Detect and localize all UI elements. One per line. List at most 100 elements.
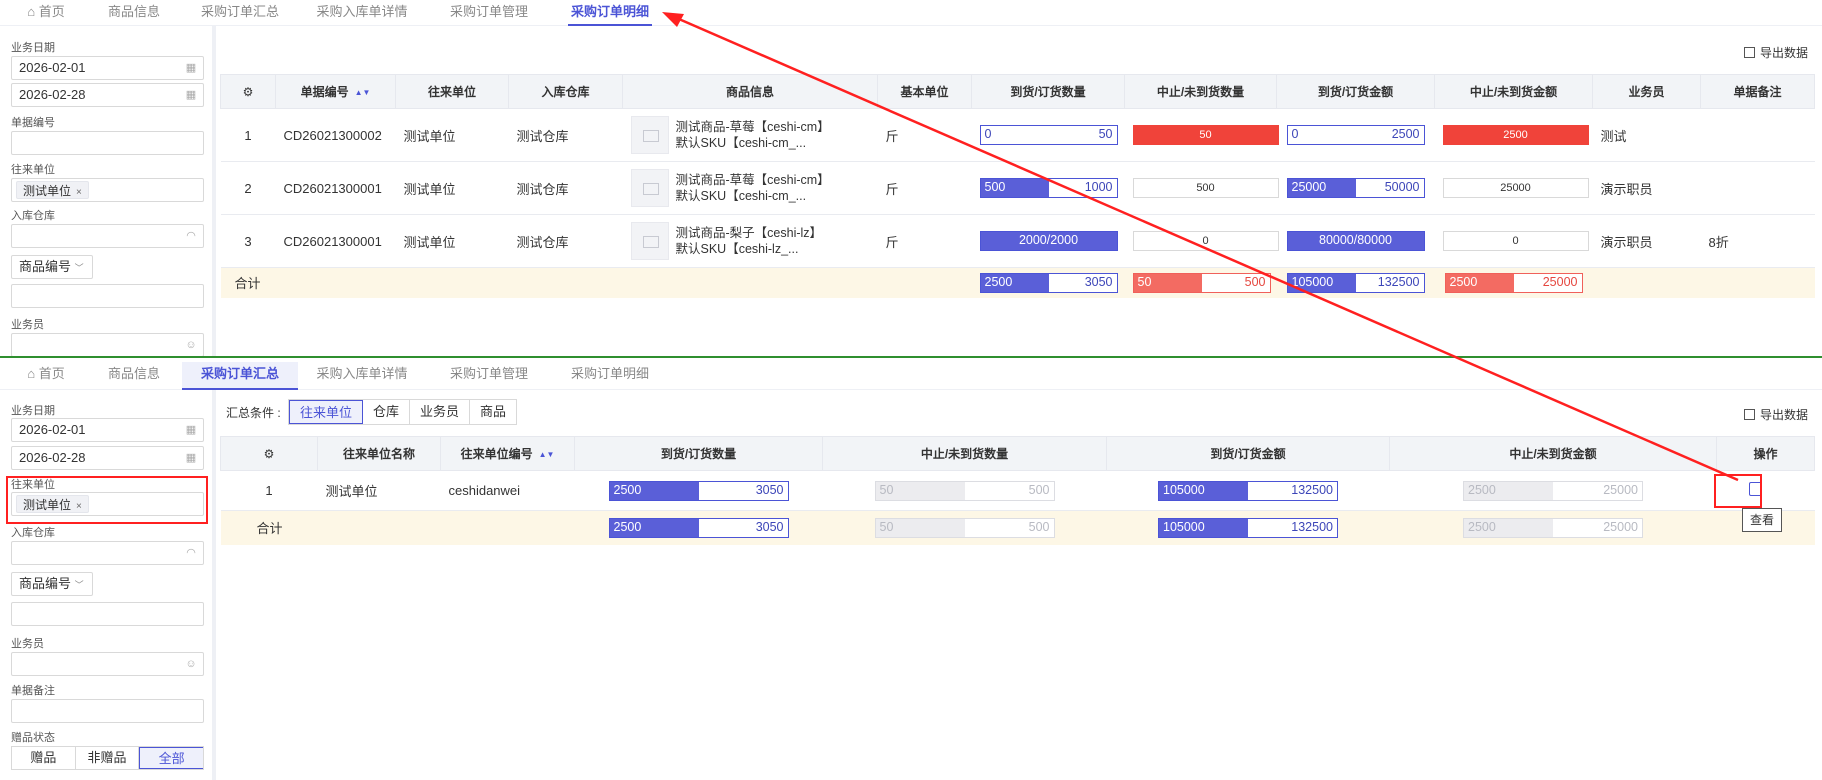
product-code-input[interactable]	[11, 284, 204, 308]
table-row[interactable]: 1 测试单位 ceshidanwei 2500 3050 50 500 105000…	[220, 470, 1815, 511]
gift-option-nongift[interactable]: 非赠品	[76, 747, 140, 769]
cond-product[interactable]: 商品	[470, 400, 516, 424]
detail-screen: ⌂ 首页 商品信息 采购订单汇总 采购入库单详情 采购订单管理 采购订单明细 业…	[0, 0, 1822, 356]
date-start-field[interactable]: 2026-02-01 ▦	[11, 418, 204, 442]
total-qty-ordered: 3050	[755, 519, 784, 534]
tab-inbound-detail[interactable]: 采购入库单详情	[314, 362, 410, 388]
col-label: 单据编号	[300, 85, 349, 99]
warehouse-select[interactable]: ◠	[11, 541, 204, 565]
export-button[interactable]: 导出数据	[1743, 44, 1808, 61]
tab-po-manage[interactable]: 采购订单管理	[446, 0, 532, 26]
summary-table: ⚙ 往来单位名称 往来单位编号 ▲▼ 到货/订货数量 中止/未到货数量 到货/订货…	[220, 436, 1815, 545]
table-row[interactable]: 1 CD26021300002 测试单位 测试仓库 测试商品-草莓【ceshi-…	[220, 108, 1815, 162]
stop-amount-value: 0	[1442, 231, 1589, 251]
partner-select[interactable]: 测试单位 ×	[11, 178, 204, 202]
column-settings[interactable]: ⚙	[220, 74, 276, 109]
filter-sidebar: 业务日期 2026-02-01 ▦ 2026-02-28 ▦ 往来单位 测试单位 × …	[0, 390, 216, 780]
product-image-icon	[630, 169, 669, 207]
qty-complete: 2000/2000	[1018, 233, 1079, 247]
col-stop-qty: 中止/未到货数量	[1124, 74, 1277, 109]
docno-link[interactable]: CD26021300001	[275, 214, 396, 268]
total-row: 合计 2500 3050 50 500 105000 132500 2500 25000	[220, 510, 1815, 545]
product-name: 测试商品-梨子【ceshi-lz】	[675, 226, 823, 240]
partner-cell: 测试单位	[395, 161, 509, 215]
salesman-cell: 测试	[1592, 108, 1701, 162]
partner-label: 往来单位	[11, 164, 55, 176]
gift-option-all[interactable]: 全部	[139, 747, 204, 769]
sort-icon[interactable]: ▲▼	[355, 88, 371, 97]
total-qty-progress: 2500 3050	[608, 517, 789, 538]
docno-link[interactable]: CD26021300001	[275, 161, 396, 215]
tab-home[interactable]: ⌂ 首页	[18, 362, 74, 388]
qty-progress: 0 50	[979, 125, 1118, 145]
date-start-value: 2026-02-01	[19, 60, 86, 75]
date-end-field[interactable]: 2026-02-28 ▦	[11, 83, 204, 107]
docno-input[interactable]	[11, 131, 204, 155]
view-tooltip: 查看	[1742, 508, 1783, 532]
tab-po-detail[interactable]: 采购订单明细	[568, 0, 652, 26]
empty-cell	[440, 510, 575, 545]
warehouse-cell: 测试仓库	[508, 214, 623, 268]
calendar-icon: ▦	[185, 62, 197, 74]
docno-link[interactable]: CD26021300002	[275, 108, 396, 162]
remark-cell	[1700, 161, 1815, 215]
col-stop-qty: 中止/未到货数量	[822, 436, 1107, 471]
qty-arrived: 0	[984, 127, 992, 141]
date-label: 业务日期	[11, 405, 55, 417]
date-end-field[interactable]: 2026-02-28 ▦	[11, 446, 204, 470]
col-docno[interactable]: 单据编号 ▲▼	[275, 74, 396, 109]
close-icon[interactable]: ×	[76, 187, 82, 198]
stop-qty-cell: 50 500	[822, 470, 1107, 511]
salesman-select[interactable]: ☺	[11, 333, 204, 356]
tab-po-detail[interactable]: 采购订单明细	[568, 362, 652, 388]
column-settings[interactable]: ⚙	[220, 436, 318, 471]
warehouse-select[interactable]: ◠	[11, 224, 204, 248]
calendar-icon: ▦	[185, 452, 197, 464]
tab-home[interactable]: ⌂ 首页	[18, 0, 74, 26]
total-stop-qty-progress: 50 500	[874, 517, 1055, 538]
partner-filter-highlight	[6, 476, 208, 524]
table-row[interactable]: 2 CD26021300001 测试单位 测试仓库 测试商品-草莓【ceshi-…	[220, 161, 1815, 215]
salesman-select[interactable]: ☺	[11, 652, 204, 676]
remark-cell	[1700, 108, 1815, 162]
tab-po-manage[interactable]: 采购订单管理	[446, 362, 532, 388]
amount-arrived: 25000	[1291, 180, 1327, 194]
date-start-field[interactable]: 2026-02-01 ▦	[11, 56, 204, 80]
total-amount-ordered: 132500	[1291, 519, 1333, 534]
product-code-dropdown[interactable]: 商品编号 ﹀	[11, 572, 93, 596]
filter-sidebar: 业务日期 2026-02-01 ▦ 2026-02-28 ▦ 单据编号 往来单位 测…	[0, 26, 216, 356]
gift-option-gift[interactable]: 赠品	[12, 747, 76, 769]
remark-input[interactable]	[11, 699, 204, 723]
tab-product-info[interactable]: 商品信息	[100, 362, 168, 388]
col-partner-code[interactable]: 往来单位编号 ▲▼	[440, 436, 575, 471]
cond-warehouse[interactable]: 仓库	[363, 400, 411, 424]
empty-cell	[622, 267, 878, 298]
tab-po-summary[interactable]: 采购订单汇总	[198, 0, 282, 26]
qty-ordered: 50	[1098, 127, 1113, 141]
product-image-icon	[630, 222, 669, 260]
col-amount: 到货/订货金额	[1276, 74, 1435, 109]
cond-partner[interactable]: 往来单位	[289, 400, 364, 424]
product-name: 测试商品-草莓【ceshi-cm】	[675, 173, 830, 187]
stop-amount-progress: 2500 25000	[1463, 480, 1643, 501]
cond-salesman[interactable]: 业务员	[410, 400, 471, 424]
tab-inbound-detail[interactable]: 采购入库单详情	[314, 0, 410, 26]
product-code-input[interactable]	[11, 602, 204, 626]
tab-product-info[interactable]: 商品信息	[100, 0, 168, 26]
tab-po-summary[interactable]: 采购订单汇总	[182, 362, 298, 390]
col-label: 往来单位编号	[460, 447, 533, 461]
summary-condition-label: 汇总条件 :	[226, 406, 281, 420]
product-sku: 默认SKU【ceshi-cm_...	[675, 189, 807, 203]
qty-cell: 2000/2000	[971, 214, 1125, 268]
qty-ordered: 1000	[1084, 180, 1113, 194]
product-code-dropdown[interactable]: 商品编号 ﹀	[11, 255, 93, 279]
stop-amount-cell: 0	[1434, 214, 1593, 268]
export-button[interactable]: 导出数据	[1743, 406, 1808, 423]
chevron-down-icon: ﹀	[74, 263, 84, 273]
sort-icon[interactable]: ▲▼	[539, 450, 555, 459]
table-row[interactable]: 3 CD26021300001 测试单位 测试仓库 测试商品-梨子【ceshi-…	[220, 214, 1815, 268]
row-index: 2	[220, 161, 276, 215]
salesman-label: 业务员	[11, 638, 44, 650]
total-stop-qty-cell: 50 500	[822, 510, 1107, 545]
product-cell: 测试商品-草莓【ceshi-cm】 默认SKU【ceshi-cm_...	[622, 161, 878, 215]
